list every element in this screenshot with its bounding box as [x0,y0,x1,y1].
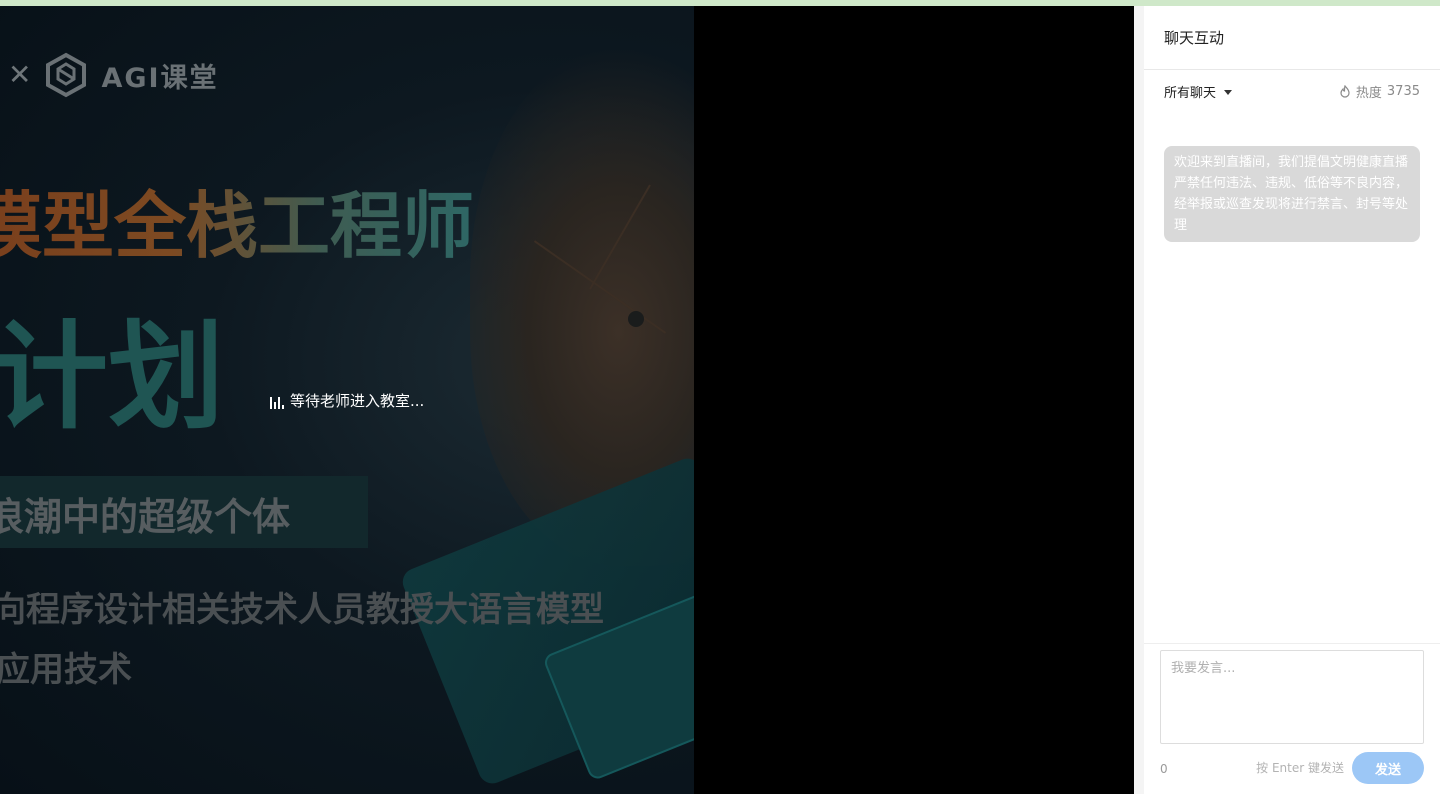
heat-indicator: 热度 3735 [1339,82,1420,101]
chat-panel-body: 聊天互动 所有聊天 热度 3735 欢迎来到直播间，我们提倡文明健康直播严禁任何… [1144,6,1440,794]
send-hint: 按 Enter 键发送 [1256,761,1344,775]
poster-headline: 模型全栈工程师 [0,184,474,268]
caret-down-icon [1224,90,1233,95]
logo-text: AGI课堂 [101,62,219,94]
send-button[interactable]: 发送 [1352,752,1424,784]
chat-filter-label: 所有聊天 [1164,86,1217,101]
agi-logo-icon [46,52,87,98]
chat-panel: 聊天互动 所有聊天 热度 3735 欢迎来到直播间，我们提倡文明健康直播严禁任何… [1134,6,1440,794]
poster-moon [628,311,644,327]
close-icon: ✕ [8,58,32,91]
poster-logo-row: ✕ AGI课堂 [8,52,219,98]
chat-filter-row: 所有聊天 热度 3735 [1164,82,1420,101]
waiting-indicator: 等待老师进入教室... [270,390,424,411]
chat-title: 聊天互动 [1164,29,1225,47]
chat-header: 聊天互动 [1144,6,1440,70]
poster-description-line1: 向程序设计相关技术人员教授大语言模型 [0,590,604,630]
char-count: 0 [1160,762,1168,776]
poster-subheadline: 计划 [0,310,224,445]
poster-slogan: 浪潮中的超级个体 [0,495,291,539]
poster-description-line2: 应用技术 [0,650,132,690]
video-stage: ✕ AGI课堂 模型全栈工程师 计划 浪潮中的超级个体 向程序设计相关技术人员教… [0,6,1134,794]
chat-message-input[interactable] [1160,650,1424,744]
heat-label: 热度 [1355,86,1382,101]
heat-value: 3735 [1386,84,1420,99]
system-notice-message: 欢迎来到直播间，我们提倡文明健康直播严禁任何违法、违规、低俗等不良内容，经举报或… [1164,146,1420,242]
loading-bars-icon [270,393,284,409]
chat-compose-area: 0 按 Enter 键发送 发送 [1144,643,1440,794]
flame-icon [1340,85,1350,98]
waiting-text: 等待老师进入教室... [290,392,425,410]
chat-filter-dropdown[interactable]: 所有聊天 [1164,82,1233,101]
